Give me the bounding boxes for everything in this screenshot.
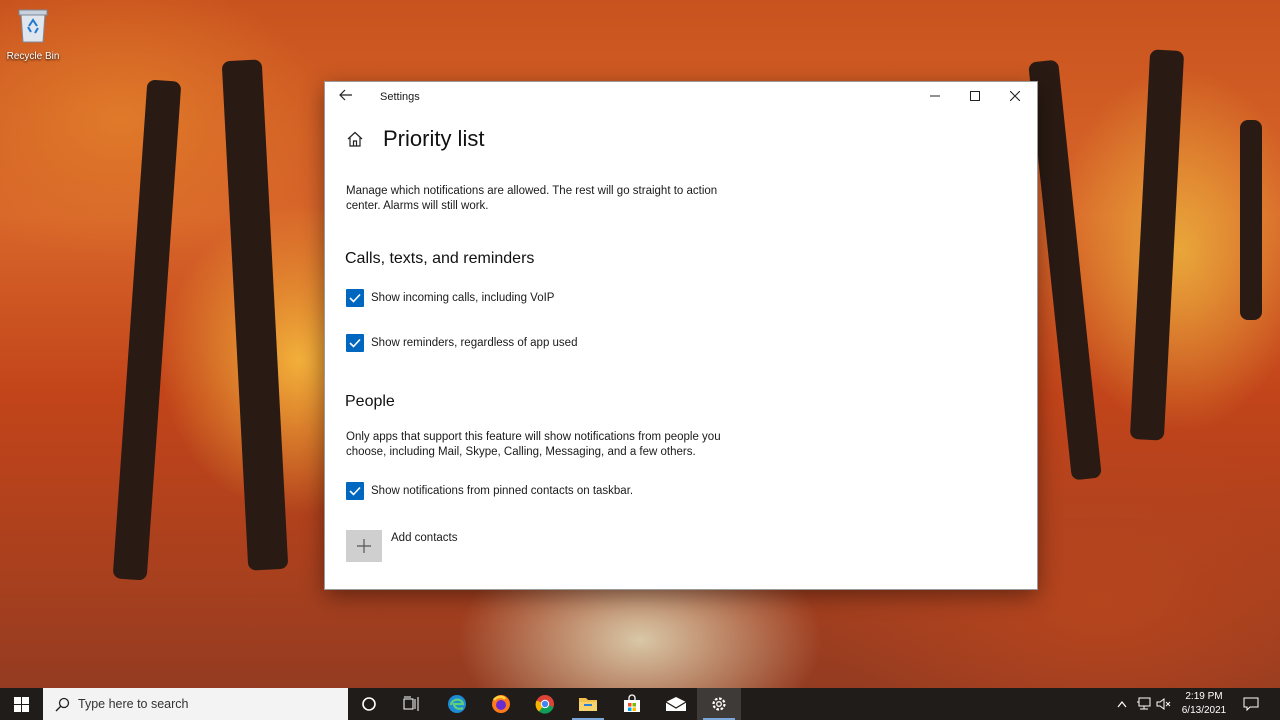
maximize-button[interactable]: [955, 82, 995, 110]
store-taskbar-button[interactable]: [610, 688, 654, 720]
checkbox[interactable]: [346, 334, 364, 352]
windows-logo-icon: [14, 696, 29, 712]
settings-icon: [712, 697, 726, 711]
chrome-taskbar-button[interactable]: [523, 688, 567, 720]
recycle-bin-icon: [18, 9, 48, 43]
volume-muted-icon: [1156, 698, 1171, 710]
settings-taskbar-button[interactable]: [697, 688, 741, 720]
checkbox-incoming-calls[interactable]: Show incoming calls, including VoIP: [346, 289, 554, 307]
search-icon: [55, 697, 70, 711]
close-icon: [1010, 91, 1020, 101]
taskbar-search-box[interactable]: Type here to search: [43, 688, 348, 720]
mail-taskbar-button[interactable]: [654, 688, 698, 720]
section-heading-people: People: [345, 393, 395, 410]
add-contacts-row[interactable]: Add contacts: [346, 530, 457, 562]
checkmark-icon: [349, 293, 361, 303]
settings-window: Settings Priority list Manage which noti…: [325, 82, 1037, 589]
file-explorer-icon: [579, 698, 597, 711]
network-icon: [1137, 697, 1151, 710]
chrome-icon: [535, 695, 554, 714]
page-description: Manage which notifications are allowed. …: [346, 185, 718, 212]
store-icon: [624, 694, 640, 712]
edge-taskbar-button[interactable]: [435, 688, 479, 720]
action-center-button[interactable]: [1240, 688, 1262, 720]
system-clock[interactable]: 2:19 PM 6/13/2021: [1172, 690, 1236, 718]
task-view-button[interactable]: [390, 688, 434, 720]
file-explorer-taskbar-button[interactable]: [566, 688, 610, 720]
page-title: Priority list: [383, 126, 485, 151]
home-icon[interactable]: [345, 129, 365, 149]
arrow-left-icon: [339, 89, 352, 101]
window-title: Settings: [380, 91, 420, 103]
close-button[interactable]: [995, 82, 1035, 110]
clock-time: 2:19 PM: [1185, 691, 1223, 702]
firefox-icon: [492, 695, 510, 713]
page-header: Priority list: [345, 126, 484, 152]
search-placeholder: Type here to search: [78, 697, 189, 711]
title-bar: Settings: [325, 82, 1037, 112]
tree-trunk: [1028, 59, 1102, 481]
notification-icon: [1243, 697, 1259, 711]
tree-trunk: [1129, 49, 1185, 441]
cortana-button[interactable]: [347, 688, 391, 720]
checkbox-label: Show reminders, regardless of app used: [371, 337, 578, 349]
checkbox-reminders[interactable]: Show reminders, regardless of app used: [346, 334, 577, 352]
firefox-taskbar-button[interactable]: [479, 688, 523, 720]
task-view-icon: [403, 696, 419, 711]
recycle-bin-label: Recycle Bin: [6, 51, 60, 62]
tree-trunk: [1240, 120, 1262, 320]
clock-date: 6/13/2021: [1181, 705, 1227, 716]
checkmark-icon: [349, 338, 361, 348]
minimize-button[interactable]: [915, 82, 955, 110]
tree-trunk: [221, 59, 289, 571]
minimize-icon: [930, 95, 940, 97]
show-hidden-icons-button[interactable]: [1112, 688, 1132, 720]
tree-trunk: [112, 79, 182, 581]
checkbox[interactable]: [346, 482, 364, 500]
checkbox-label: Show notifications from pinned contacts …: [371, 485, 634, 497]
chevron-up-icon: [1117, 701, 1127, 708]
edge-icon: [448, 695, 466, 713]
recycle-bin-desktop-icon[interactable]: Recycle Bin: [4, 6, 62, 62]
checkbox-pinned-contacts[interactable]: Show notifications from pinned contacts …: [346, 482, 633, 500]
people-description: Only apps that support this feature will…: [346, 431, 721, 458]
mail-icon: [665, 697, 687, 711]
section-heading-calls: Calls, texts, and reminders: [345, 250, 535, 267]
checkbox-label: Show incoming calls, including VoIP: [371, 292, 555, 304]
plus-icon: [357, 539, 371, 553]
checkmark-icon: [349, 486, 361, 496]
network-button[interactable]: [1134, 688, 1154, 720]
add-contacts-label: Add contacts: [391, 532, 458, 544]
back-button[interactable]: [339, 88, 355, 104]
start-button[interactable]: [0, 688, 43, 720]
taskbar: Type here to search 2:19 PM 6/13/2021: [0, 688, 1280, 720]
maximize-icon: [970, 91, 980, 101]
cortana-icon: [362, 697, 376, 711]
checkbox[interactable]: [346, 289, 364, 307]
volume-button[interactable]: [1154, 688, 1174, 720]
add-contacts-button[interactable]: [346, 530, 382, 562]
